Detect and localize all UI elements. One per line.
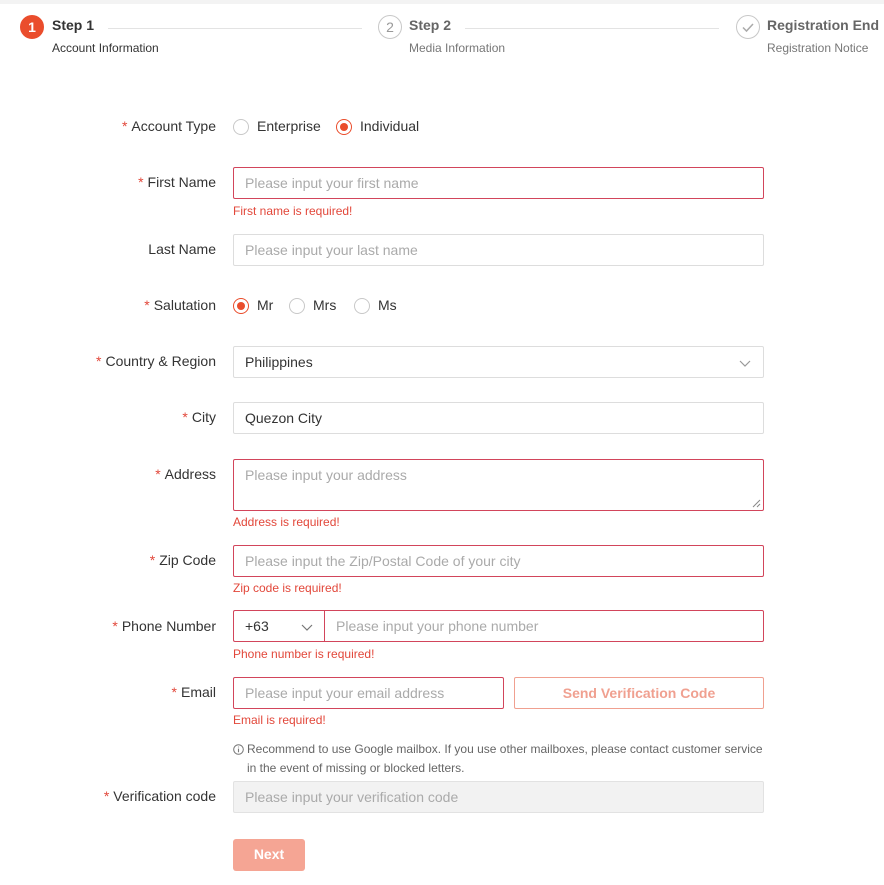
last-name-label: Last Name [148, 241, 216, 257]
step-1-desc: Account Information [52, 41, 159, 55]
check-icon [736, 15, 760, 39]
top-shade [0, 0, 884, 4]
phone-error: Phone number is required! [233, 647, 375, 661]
step-2-badge: 2 [378, 15, 402, 39]
verification-label: * Verification code [103, 788, 216, 804]
address-error: Address is required! [233, 515, 340, 529]
step-1-title: Step 1 [52, 17, 95, 33]
first-name-input[interactable]: Please input your first name [233, 167, 764, 199]
phone-code-select[interactable]: +63 [233, 610, 325, 642]
resize-handle-icon[interactable] [752, 499, 761, 508]
required-mark: * [103, 788, 110, 804]
first-name-placeholder: Please input your first name [245, 175, 419, 191]
hint-line-2: in the event of missing or blocked lette… [247, 761, 465, 775]
required-mark: * [112, 618, 118, 634]
phone-code-value: +63 [245, 618, 269, 634]
email-error: Email is required! [233, 713, 326, 727]
required-mark: * [155, 466, 161, 482]
email-placeholder: Please input your email address [245, 685, 445, 701]
last-name-input[interactable]: Please input your last name [233, 234, 764, 266]
last-name-placeholder: Please input your last name [245, 242, 418, 258]
email-label: * Email [171, 684, 216, 700]
radio-mrs-label[interactable]: Mrs [313, 297, 336, 313]
salutation-label: * Salutation [144, 297, 216, 313]
radio-enterprise-label[interactable]: Enterprise [257, 118, 321, 134]
step-2-desc: Media Information [409, 41, 506, 55]
chevron-down-icon [301, 624, 313, 631]
next-button[interactable]: Next [233, 839, 305, 871]
required-mark: * [149, 552, 156, 568]
step-2-title: Step 2 [409, 17, 452, 33]
phone-label: * Phone Number [112, 618, 216, 634]
mailbox-hint: Recommend to use Google mailbox. If you … [233, 740, 773, 778]
zip-error: Zip code is required! [233, 581, 342, 595]
radio-ms-label[interactable]: Ms [378, 297, 397, 313]
phone-placeholder: Please input your phone number [336, 618, 539, 634]
hint-line-1: Recommend to use Google mailbox. If you … [247, 742, 763, 756]
chevron-down-icon [739, 360, 751, 367]
radio-mr[interactable] [233, 298, 249, 314]
required-mark: * [138, 174, 144, 190]
zip-label: * Zip Code [149, 552, 216, 568]
radio-mr-label[interactable]: Mr [257, 297, 273, 313]
city-input[interactable]: Quezon City [233, 402, 764, 434]
radio-mrs[interactable] [289, 298, 305, 314]
radio-enterprise[interactable] [233, 119, 249, 135]
country-select[interactable]: Philippines [233, 346, 764, 378]
phone-input[interactable]: Please input your phone number [324, 610, 764, 642]
zip-input[interactable]: Please input the Zip/Postal Code of your… [233, 545, 764, 577]
address-label: * Address [155, 466, 216, 482]
send-verification-code-button[interactable]: Send Verification Code [514, 677, 764, 709]
verification-code-input[interactable]: Please input your verification code [233, 781, 764, 813]
required-mark: * [144, 297, 150, 313]
info-icon [233, 744, 244, 755]
address-textarea[interactable]: Please input your address [233, 459, 764, 511]
first-name-error: First name is required! [233, 204, 353, 218]
city-label: * City [182, 409, 216, 425]
radio-individual-label[interactable]: Individual [360, 118, 419, 134]
required-mark: * [171, 684, 177, 700]
required-mark: * [182, 409, 188, 425]
account-type-label: * Account Type [121, 118, 216, 134]
radio-individual[interactable] [336, 119, 352, 135]
first-name-label: * First Name [138, 174, 216, 190]
required-mark: * [121, 118, 128, 134]
radio-ms[interactable] [354, 298, 370, 314]
required-mark: * [96, 353, 102, 369]
city-value: Quezon City [245, 410, 323, 426]
address-placeholder: Please input your address [245, 467, 407, 483]
step-3-title: Registration End [767, 17, 880, 33]
step-connector [108, 28, 362, 29]
step-connector [465, 28, 719, 29]
verification-placeholder: Please input your verification code [245, 789, 459, 805]
email-input[interactable]: Please input your email address [233, 677, 504, 709]
country-value: Philippines [245, 354, 313, 370]
zip-placeholder: Please input the Zip/Postal Code of your… [245, 553, 521, 569]
step-1-badge: 1 [20, 15, 44, 39]
step-3-desc: Registration Notice [767, 41, 869, 55]
country-label: * Country & Region [96, 353, 216, 369]
